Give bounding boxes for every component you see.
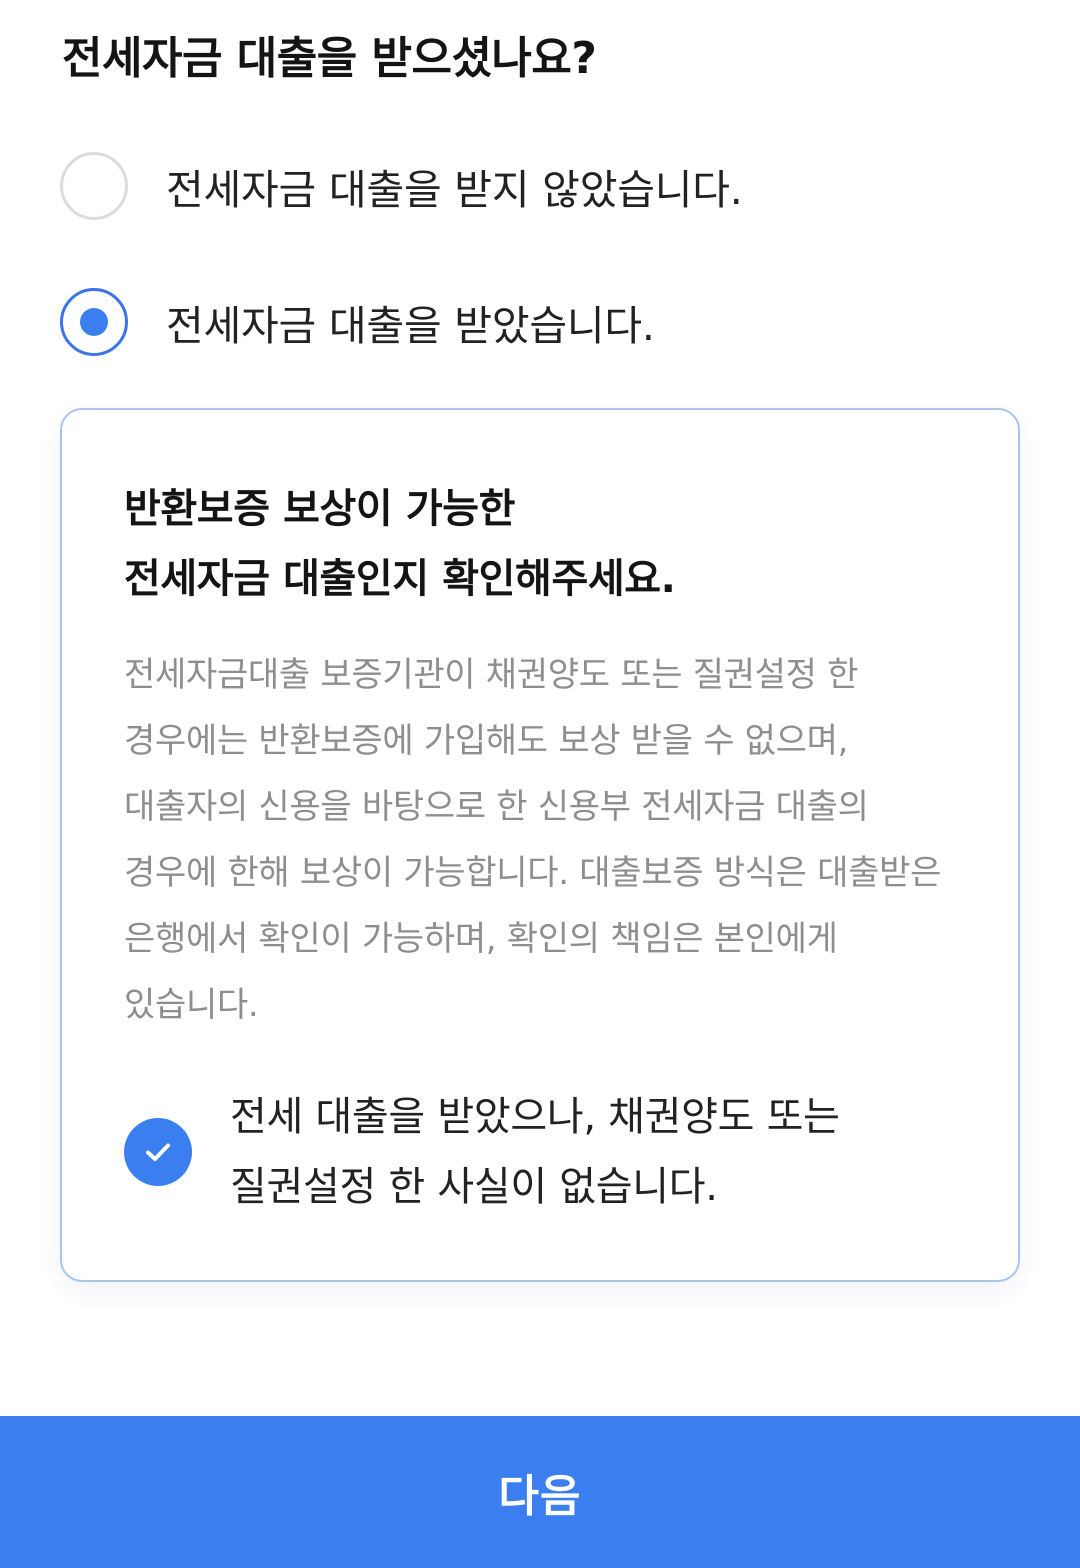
loan-guarantee-info-box: 반환보증 보상이 가능한 전세자금 대출인지 확인해주세요. 전세자금대출 보증…: [60, 408, 1020, 1282]
option-no-loan-label: 전세자금 대출을 받지 않았습니다.: [166, 166, 743, 214]
option-has-loan[interactable]: 전세자금 대출을 받았습니다.: [60, 288, 655, 356]
confirm-no-assignment-checkbox[interactable]: 전세 대출을 받았으나, 채권양도 또는 질권설정 한 사실이 없습니다.: [124, 1082, 840, 1222]
info-box-title-line1: 반환보증 보상이 가능한: [124, 486, 516, 532]
radio-selected-dot: [80, 308, 108, 336]
confirm-label-line1: 전세 대출을 받았으나, 채권양도 또는: [230, 1094, 840, 1140]
info-box-title: 반환보증 보상이 가능한 전세자금 대출인지 확인해주세요.: [124, 474, 676, 614]
confirm-label-line2: 질권설정 한 사실이 없습니다.: [230, 1164, 718, 1210]
radio-unselected[interactable]: [60, 152, 128, 220]
next-button[interactable]: 다음: [0, 1416, 1080, 1568]
option-no-loan[interactable]: 전세자금 대출을 받지 않았습니다.: [60, 152, 743, 220]
option-has-loan-label: 전세자금 대출을 받았습니다.: [166, 302, 655, 350]
info-box-description: 전세자금대출 보증기관이 채권양도 또는 질권설정 한 경우에는 반환보증에 가…: [124, 655, 942, 1025]
question-title: 전세자금 대출을 받으셨나요?: [62, 33, 597, 84]
info-box-title-line2: 전세자금 대출인지 확인해주세요.: [124, 556, 676, 602]
radio-selected[interactable]: [60, 288, 128, 356]
confirm-label: 전세 대출을 받았으나, 채권양도 또는 질권설정 한 사실이 없습니다.: [230, 1082, 840, 1222]
loan-question-screen: 전세자금 대출을 받으셨나요? 전세자금 대출을 받지 않았습니다. 전세자금 …: [0, 0, 1080, 1568]
checkmark-icon[interactable]: [124, 1118, 192, 1186]
